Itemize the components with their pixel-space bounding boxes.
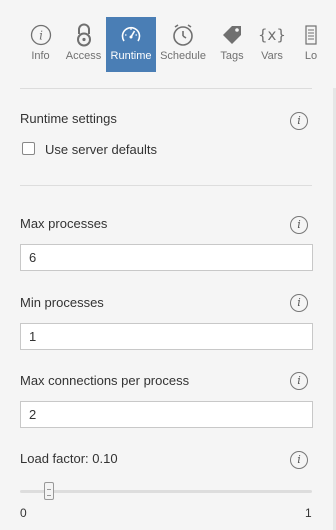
info-icon[interactable]: i [290, 372, 308, 390]
tab-log-label: Lo [304, 50, 318, 62]
tab-bar-divider [20, 88, 312, 89]
load-factor-label: Load factor: 0.10 [20, 451, 118, 466]
tab-vars[interactable]: {x} Vars [254, 17, 290, 72]
info-icon[interactable]: i [290, 451, 308, 469]
tab-info-label: Info [31, 50, 50, 62]
info-icon[interactable]: i [290, 112, 308, 130]
variable-icon: {x} [254, 21, 290, 49]
info-icon[interactable]: i [290, 216, 308, 234]
max-processes-input[interactable] [20, 244, 313, 271]
slider-max-label: 1 [305, 506, 312, 520]
tab-log[interactable]: Lo [296, 17, 326, 72]
max-connections-label: Max connections per process [20, 373, 190, 388]
tag-icon [212, 21, 252, 49]
tab-access-label: Access [65, 50, 102, 62]
clock-icon [158, 21, 208, 49]
max-processes-label: Max processes [20, 216, 108, 231]
tab-tags[interactable]: Tags [212, 17, 252, 72]
lock-icon [63, 21, 104, 49]
max-connections-input[interactable] [20, 401, 313, 428]
tab-info[interactable]: i Info [20, 17, 61, 72]
load-factor-slider-handle[interactable] [44, 482, 55, 500]
min-processes-label: Min processes [20, 295, 104, 310]
section-divider [20, 185, 312, 186]
log-icon [296, 21, 326, 49]
load-factor-slider-track[interactable] [20, 490, 312, 493]
tab-runtime-label: Runtime [110, 50, 152, 62]
gauge-icon [106, 21, 156, 49]
info-icon[interactable]: i [290, 294, 308, 312]
svg-text:{x}: {x} [258, 26, 286, 44]
use-server-defaults-label[interactable]: Use server defaults [45, 142, 157, 157]
min-processes-input[interactable] [20, 323, 313, 350]
tab-runtime[interactable]: Runtime [106, 17, 156, 72]
svg-text:i: i [39, 29, 43, 43]
tab-bar: i Info Access Runtime Schedule Tags {x} … [0, 0, 336, 88]
use-server-defaults-checkbox[interactable] [22, 142, 35, 155]
info-icon: i [20, 21, 61, 49]
tab-vars-label: Vars [261, 50, 283, 62]
tab-schedule[interactable]: Schedule [158, 17, 208, 72]
tab-access[interactable]: Access [63, 17, 104, 72]
tab-schedule-label: Schedule [160, 50, 206, 62]
tab-tags-label: Tags [220, 50, 244, 62]
slider-min-label: 0 [20, 506, 27, 520]
section-title: Runtime settings [20, 111, 117, 126]
